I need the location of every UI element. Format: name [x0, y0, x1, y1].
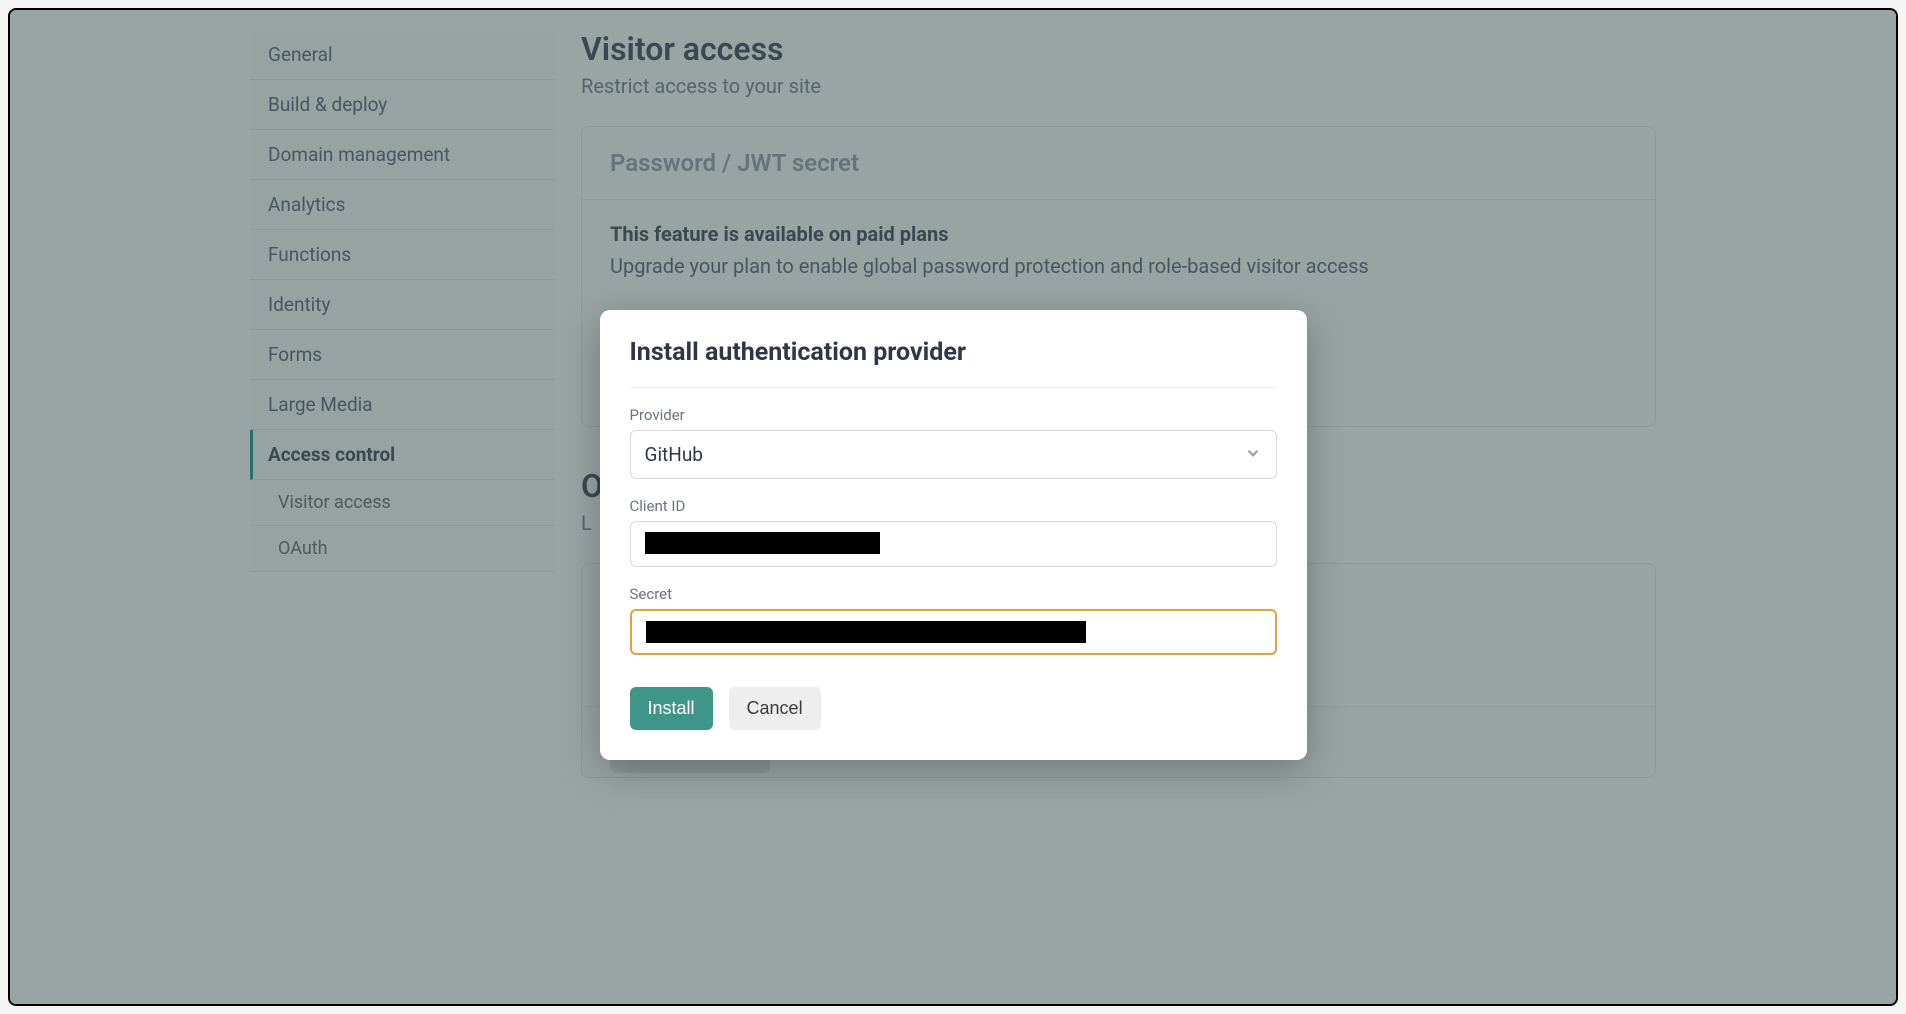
client-id-redacted-value	[645, 532, 880, 554]
secret-input[interactable]	[630, 609, 1277, 655]
chevron-down-icon	[1244, 444, 1262, 466]
modal-title: Install authentication provider	[630, 338, 1277, 388]
provider-select[interactable]: GitHub	[630, 430, 1277, 479]
install-auth-provider-modal: Install authentication provider Provider…	[600, 310, 1307, 760]
install-button[interactable]: Install	[630, 687, 713, 730]
secret-label: Secret	[630, 585, 1277, 603]
modal-overlay[interactable]: Install authentication provider Provider…	[10, 10, 1896, 1004]
provider-label: Provider	[630, 406, 1277, 424]
cancel-button[interactable]: Cancel	[729, 687, 821, 730]
provider-select-value: GitHub	[645, 443, 703, 466]
client-id-label: Client ID	[630, 497, 1277, 515]
client-id-input[interactable]	[630, 521, 1277, 567]
secret-redacted-value	[646, 621, 1086, 643]
